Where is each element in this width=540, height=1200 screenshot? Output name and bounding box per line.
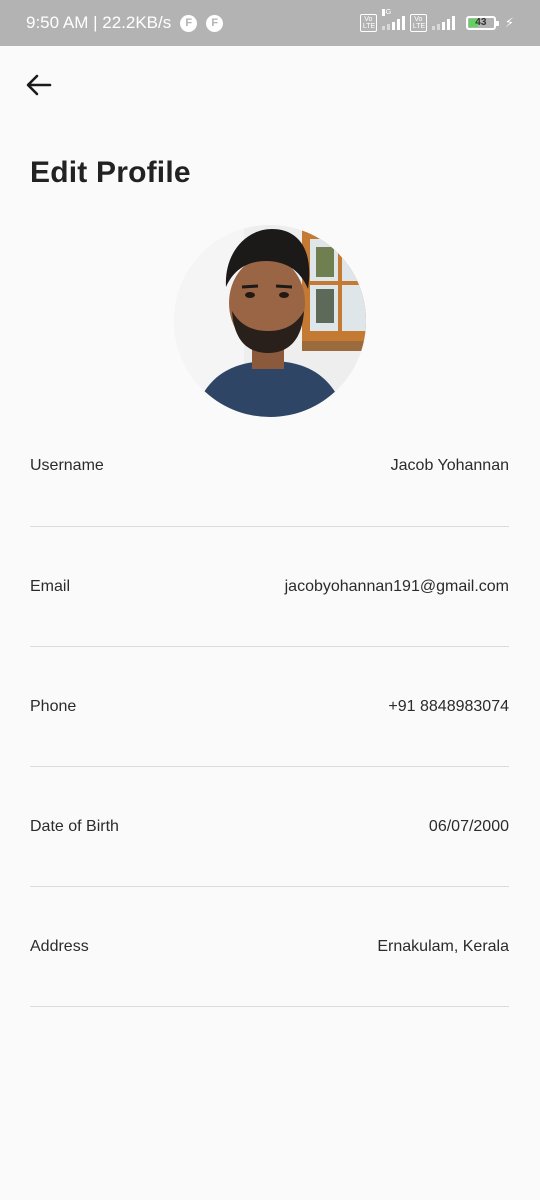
date-of-birth-value[interactable]: 06/07/2000	[429, 818, 509, 836]
volte-icon-2: Vo LTE	[409, 14, 427, 32]
volte-icon: Vo LTE	[359, 14, 377, 32]
status-left: 9:50 AM | 22.2KB/s F F	[26, 13, 224, 33]
app-notification-icon: F	[180, 14, 198, 32]
network-type-label: 4G	[381, 9, 392, 16]
charging-icon: ⚡︎	[504, 15, 514, 30]
phone-value[interactable]: +91 8848983074	[388, 698, 509, 716]
status-bar: 9:50 AM | 22.2KB/s F F Vo LTE 4G Vo LTE …	[0, 0, 540, 46]
profile-photo	[174, 225, 366, 417]
status-right: Vo LTE 4G Vo LTE 43 ⚡︎	[359, 9, 514, 32]
phone-label: Phone	[30, 698, 77, 715]
field-row-username[interactable]: Username Jacob Yohannan	[30, 427, 509, 527]
battery-icon: 43	[465, 16, 499, 30]
battery-tip	[495, 21, 499, 26]
back-button[interactable]	[22, 68, 56, 102]
address-label: Address	[30, 938, 89, 955]
username-value[interactable]: Jacob Yohannan	[391, 457, 509, 475]
profile-fields: Username Jacob Yohannan Email jacobyohan…	[30, 427, 509, 1007]
battery-level: 43	[475, 17, 487, 28]
field-row-phone[interactable]: Phone +91 8848983074	[30, 647, 509, 767]
status-time-speed: 9:50 AM | 22.2KB/s	[26, 13, 172, 32]
date-of-birth-label: Date of Birth	[30, 818, 119, 835]
email-value[interactable]: jacobyohannan191@gmail.com	[285, 578, 509, 596]
avatar[interactable]	[174, 225, 366, 417]
back-arrow-icon	[26, 74, 52, 96]
field-row-address[interactable]: Address Ernakulam, Kerala	[30, 887, 509, 1007]
app-notification-icon-2: F	[206, 14, 224, 32]
signal-icon: 4G	[381, 9, 405, 30]
signal-icon-2	[431, 16, 455, 30]
username-label: Username	[30, 457, 104, 474]
field-row-date-of-birth[interactable]: Date of Birth 06/07/2000	[30, 767, 509, 887]
address-value[interactable]: Ernakulam, Kerala	[377, 938, 509, 956]
field-row-email[interactable]: Email jacobyohannan191@gmail.com	[30, 527, 509, 647]
page-title: Edit Profile	[30, 156, 191, 189]
email-label: Email	[30, 578, 71, 595]
